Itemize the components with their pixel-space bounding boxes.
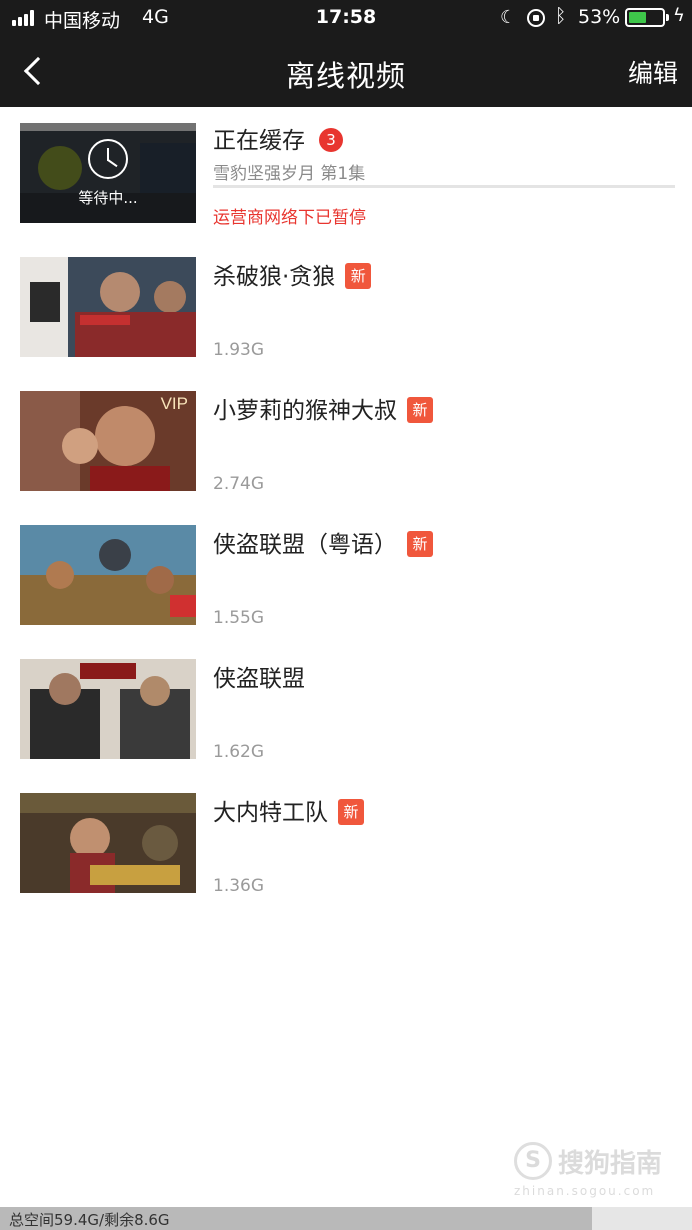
- waiting-text: 等待中...: [78, 189, 138, 207]
- watermark-logo: S 搜狗指南 zhinan.sogou.com: [514, 1140, 674, 1200]
- poster-image: [20, 659, 196, 759]
- video-title-text: 大内特工队: [213, 800, 328, 826]
- navigation-bar: 离线视频 编辑: [0, 36, 692, 107]
- list-item[interactable]: 大内特工队新 1.36G: [0, 777, 692, 911]
- video-size: 1.36G: [213, 876, 265, 896]
- video-size: 1.62G: [213, 742, 265, 762]
- poster-image: [20, 525, 196, 625]
- list-item[interactable]: VIP 小萝莉的猴神大叔新 2.74G: [0, 375, 692, 509]
- caching-thumbnail: 等待中...: [20, 123, 196, 223]
- video-title-text: 侠盗联盟: [213, 666, 305, 692]
- caching-status: 运营商网络下已暂停: [213, 208, 366, 228]
- poster-image: [20, 257, 196, 357]
- caching-title: 正在缓存 3: [213, 121, 343, 155]
- new-badge: 新: [407, 531, 433, 557]
- edit-button[interactable]: 编辑: [628, 54, 678, 90]
- video-thumbnail: [20, 659, 196, 759]
- bluetooth-icon: ᛒ: [555, 5, 567, 27]
- clock-icon: [88, 139, 128, 179]
- video-size: 1.55G: [213, 608, 265, 628]
- battery-percent: 53%: [578, 6, 621, 28]
- charging-icon: ϟ: [673, 5, 685, 26]
- caching-progress-bar: [213, 185, 675, 188]
- battery-icon: [625, 8, 665, 27]
- vip-tag: VIP: [160, 394, 188, 413]
- video-size: 2.74G: [213, 474, 265, 494]
- top-bar: 中国移动 4G 17:58 ☾ ᛒ 53% ϟ 离线视频 编辑: [0, 0, 692, 107]
- video-title-text: 杀破狼·贪狼: [213, 264, 336, 290]
- battery-tip: [666, 14, 669, 21]
- list-item[interactable]: 杀破狼·贪狼新 1.93G: [0, 241, 692, 375]
- do-not-disturb-icon: ☾: [500, 7, 517, 28]
- list-item[interactable]: 侠盗联盟（粤语） 新 1.55G: [0, 509, 692, 643]
- video-size: 1.93G: [213, 340, 265, 360]
- video-title: 杀破狼·贪狼新: [213, 257, 372, 291]
- caching-item[interactable]: 等待中... 正在缓存 3 雪豹坚强岁月 第1集 运营商网络下已暂停: [0, 107, 692, 241]
- new-badge: 新: [338, 799, 364, 825]
- video-title: 侠盗联盟（粤语） 新: [213, 525, 433, 559]
- video-thumbnail: [20, 257, 196, 357]
- video-title: 小萝莉的猴神大叔新: [213, 391, 433, 425]
- status-bar: 中国移动 4G 17:58 ☾ ᛒ 53% ϟ: [0, 0, 692, 36]
- video-title: 侠盗联盟: [213, 659, 305, 693]
- poster-image: [20, 793, 196, 893]
- new-badge: 新: [407, 397, 433, 423]
- rotation-lock-icon: [527, 9, 545, 27]
- caching-title-text: 正在缓存: [213, 128, 305, 154]
- caching-count-badge: 3: [319, 128, 343, 152]
- video-title-text: 侠盗联盟（粤语）: [213, 532, 397, 558]
- caching-episode: 雪豹坚强岁月 第1集: [213, 164, 366, 184]
- page-title: 离线视频: [285, 59, 406, 93]
- storage-text: 总空间59.4G/剩余8.6G: [9, 1211, 170, 1229]
- video-thumbnail: [20, 525, 196, 625]
- storage-bar: 总空间59.4G/剩余8.6G: [0, 1207, 692, 1230]
- new-badge: 新: [345, 263, 372, 289]
- video-thumbnail: VIP: [20, 391, 196, 491]
- video-title-text: 小萝莉的猴神大叔: [213, 398, 397, 424]
- video-title: 大内特工队新: [213, 793, 364, 827]
- video-thumbnail: [20, 793, 196, 893]
- list-item[interactable]: 侠盗联盟 1.62G: [0, 643, 692, 777]
